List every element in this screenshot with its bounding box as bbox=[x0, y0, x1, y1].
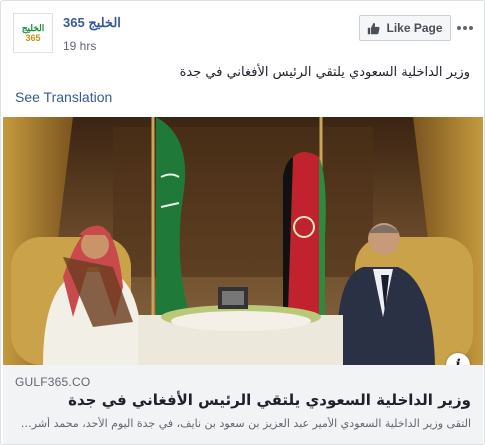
more-options-button[interactable] bbox=[453, 17, 477, 37]
link-title[interactable]: وزير الداخلية السعودي يلتقي الرئيس الأفغ… bbox=[68, 391, 471, 409]
meeting-photo-image bbox=[3, 117, 483, 365]
avatar-logo-number: 365 bbox=[25, 33, 41, 43]
post-card: الخليج 365 الخليج 365 19 hrs Like Page و… bbox=[0, 0, 485, 445]
link-domain: GULF365.CO bbox=[15, 375, 91, 389]
thumbs-up-icon bbox=[367, 22, 381, 35]
avatar-logo: الخليج 365 bbox=[22, 23, 45, 43]
post-text: وزير الداخلية السعودي يلتقي الرئيس الأفغ… bbox=[179, 65, 470, 80]
see-translation-link[interactable]: See Translation bbox=[15, 89, 112, 105]
like-page-button[interactable]: Like Page bbox=[359, 15, 451, 41]
post-timestamp[interactable]: 19 hrs bbox=[63, 39, 96, 53]
page-avatar[interactable]: الخليج 365 bbox=[13, 13, 53, 53]
link-preview[interactable]: GULF365.CO وزير الداخلية السعودي يلتقي ا… bbox=[3, 365, 483, 444]
like-page-label: Like Page bbox=[386, 21, 443, 35]
avatar-logo-text: الخليج bbox=[21, 23, 45, 33]
page-name-link[interactable]: الخليج 365 bbox=[63, 15, 121, 31]
post-photo[interactable] bbox=[3, 117, 483, 365]
more-dots-icon bbox=[456, 18, 474, 36]
link-description: التقى وزير الداخلية السعودي الأمير عبد ا… bbox=[15, 417, 471, 430]
